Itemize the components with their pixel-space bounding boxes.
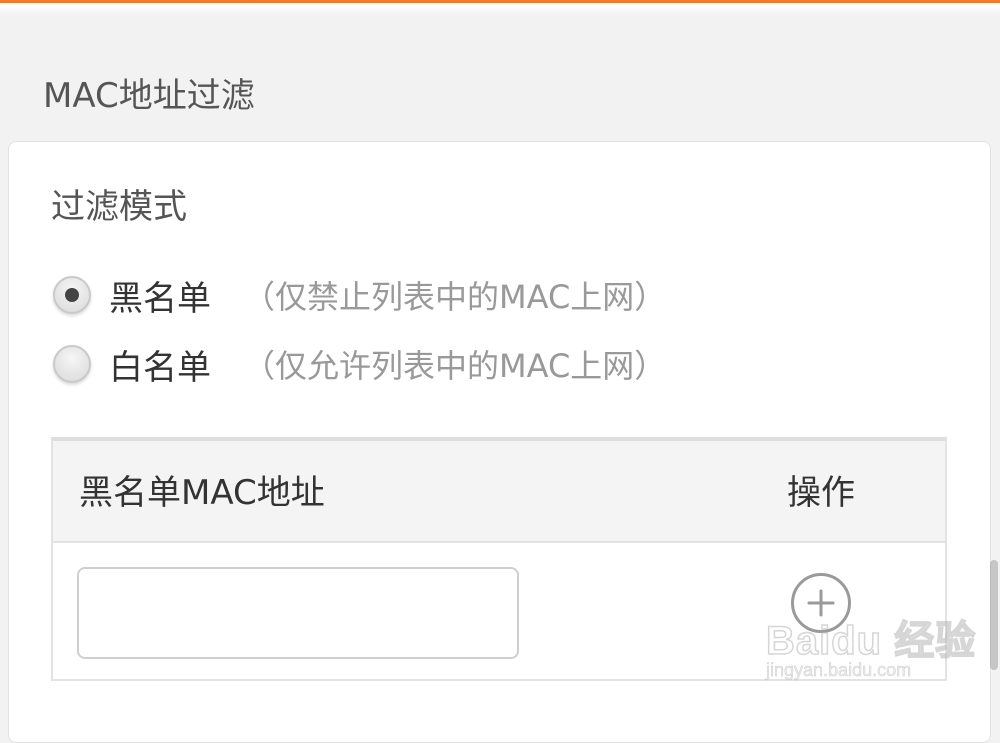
- table-row: [53, 543, 945, 681]
- filter-mode-label: 过滤模式: [51, 187, 187, 227]
- table-header: 黑名单MAC地址 操作: [53, 441, 945, 543]
- blacklist-label: 黑名单: [109, 278, 211, 319]
- whitelist-label: 白名单: [109, 347, 211, 388]
- mac-table: 黑名单MAC地址 操作: [51, 437, 947, 681]
- section-title: MAC地址过滤: [43, 76, 255, 116]
- radio-option-whitelist[interactable]: 白名单 （仅允许列表中的MAC上网）: [53, 339, 666, 389]
- blacklist-description: （仅禁止列表中的MAC上网）: [243, 278, 667, 316]
- radio-option-blacklist[interactable]: 黑名单 （仅禁止列表中的MAC上网）: [53, 270, 666, 320]
- blacklist-radio[interactable]: [53, 276, 91, 314]
- column-header-mac: 黑名单MAC地址: [79, 473, 325, 513]
- column-header-operation: 操作: [787, 473, 855, 513]
- add-circle-icon[interactable]: [791, 573, 851, 633]
- whitelist-radio[interactable]: [53, 345, 91, 383]
- header-shadow: [0, 3, 1000, 17]
- scrollbar[interactable]: [990, 560, 998, 670]
- mac-filter-card: 过滤模式 黑名单 （仅禁止列表中的MAC上网） 白名单 （仅允许列表中的MAC上…: [8, 141, 991, 743]
- mac-address-input[interactable]: [77, 567, 519, 659]
- whitelist-description: （仅允许列表中的MAC上网）: [243, 347, 667, 385]
